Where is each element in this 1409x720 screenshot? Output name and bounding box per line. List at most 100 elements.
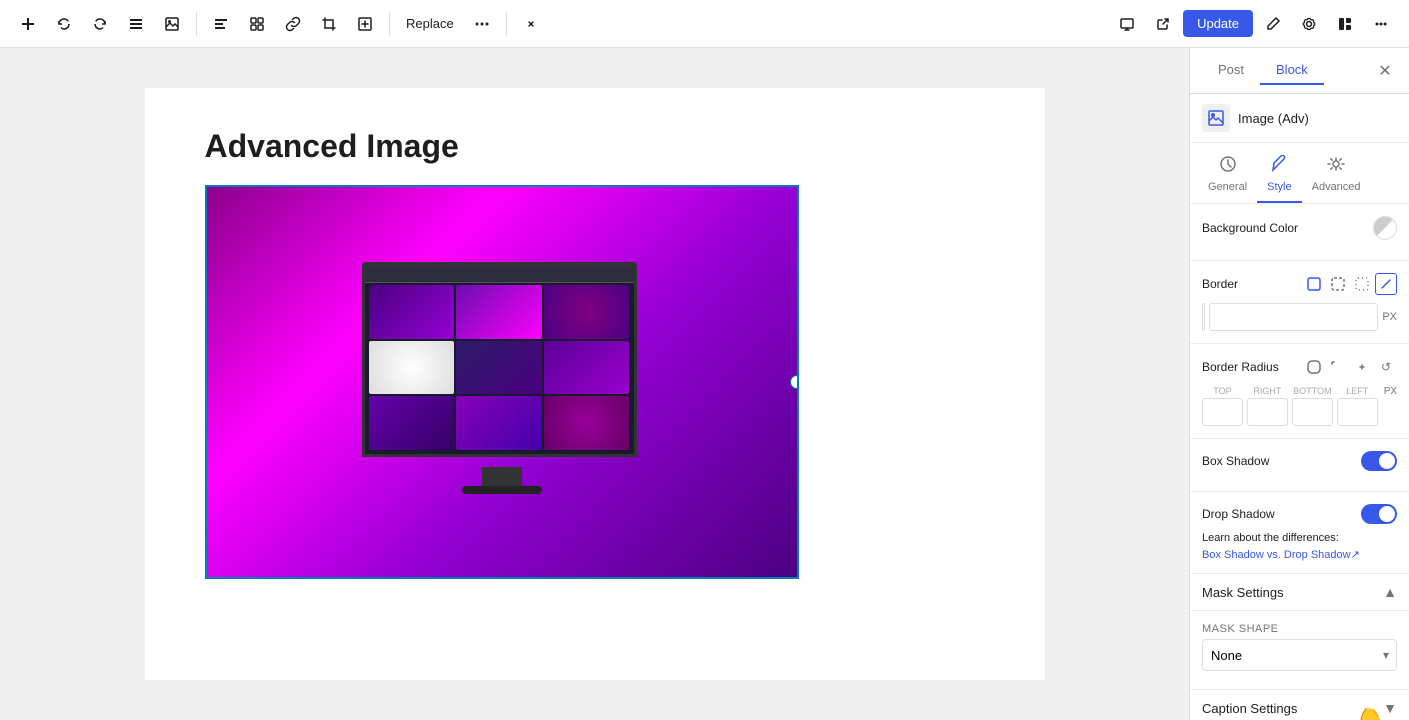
radius-top-input[interactable]: [1202, 398, 1243, 426]
mask-shape-label: MASK SHAPE: [1202, 623, 1397, 635]
border-input-row: PX: [1202, 303, 1397, 331]
border-section: Border: [1190, 261, 1409, 344]
grid-cell-2: [456, 285, 542, 339]
sub-tab-general-label: General: [1208, 181, 1247, 193]
settings-icon[interactable]: [1293, 8, 1325, 40]
advanced-icon: [1327, 155, 1345, 178]
caption-settings-chevron: ▼: [1383, 700, 1397, 716]
external-link-icon[interactable]: [1147, 8, 1179, 40]
editor-area: Advanced Image: [0, 48, 1189, 720]
toolbar-right-icons: Update: [1111, 8, 1397, 40]
block-icon: [1202, 104, 1230, 132]
mask-settings-body: MASK SHAPE None Circle Triangle Diamond …: [1190, 611, 1409, 690]
layout-icon[interactable]: [1329, 8, 1361, 40]
border-radius-label: Border Radius: [1202, 360, 1279, 374]
block-button[interactable]: [241, 8, 273, 40]
collapse-button[interactable]: [515, 8, 547, 40]
border-label: Border: [1202, 277, 1238, 291]
border-radius-type-icons: ↺: [1303, 356, 1397, 378]
sub-tab-general[interactable]: General: [1198, 147, 1257, 203]
block-info: Image (Adv): [1190, 94, 1409, 143]
general-icon: [1219, 155, 1237, 178]
border-icon-none[interactable]: [1375, 273, 1397, 295]
main-layout: Advanced Image: [0, 48, 1409, 720]
radius-right-input[interactable]: [1247, 398, 1288, 426]
radius-left-input[interactable]: [1337, 398, 1378, 426]
special-button[interactable]: [349, 8, 381, 40]
undo-button[interactable]: [48, 8, 80, 40]
image-button[interactable]: [156, 8, 188, 40]
drop-shadow-row: Drop Shadow: [1202, 504, 1397, 524]
sub-tab-advanced-label: Advanced: [1312, 181, 1361, 193]
box-shadow-row: Box Shadow: [1202, 451, 1397, 471]
mask-shape-select[interactable]: None Circle Triangle Diamond Hexagon: [1202, 639, 1397, 671]
replace-button[interactable]: Replace: [398, 8, 462, 40]
border-radius-reset[interactable]: ↺: [1375, 356, 1397, 378]
drop-shadow-section: Drop Shadow Learn about the differences:…: [1190, 492, 1409, 574]
post-block-tabs: Post Block: [1202, 56, 1373, 85]
overflow-icon[interactable]: [1365, 8, 1397, 40]
radius-bottom-input[interactable]: [1292, 398, 1333, 426]
monitor-screen: [362, 262, 637, 457]
grid-cell-6: [544, 341, 630, 395]
redo-button[interactable]: [84, 8, 116, 40]
grid-cell-4: [369, 341, 455, 395]
toolbar-divider-3: [506, 12, 507, 36]
caption-settings-header[interactable]: Caption Settings ▼: [1190, 690, 1409, 720]
tab-block[interactable]: Block: [1260, 56, 1324, 85]
update-button[interactable]: Update: [1183, 10, 1253, 37]
sub-tab-advanced[interactable]: Advanced: [1302, 147, 1371, 203]
sub-tab-style[interactable]: Style: [1257, 147, 1301, 203]
style-icon: [1270, 155, 1288, 178]
border-value-input[interactable]: [1209, 303, 1378, 331]
border-radius-all[interactable]: [1303, 356, 1325, 378]
border-radius-link[interactable]: [1351, 356, 1373, 378]
box-shadow-section: Box Shadow: [1190, 439, 1409, 492]
border-type-icons: [1303, 273, 1397, 295]
background-color-swatch[interactable]: [1373, 216, 1397, 240]
mask-settings-header[interactable]: Mask Settings ▲: [1190, 574, 1409, 611]
drop-shadow-toggle[interactable]: [1361, 504, 1397, 524]
link-button[interactable]: [277, 8, 309, 40]
border-radius-row-header: Border Radius ↺: [1202, 356, 1397, 378]
grid-cell-3: [544, 285, 630, 339]
radius-unit-label: PX: [1384, 386, 1397, 426]
tab-post[interactable]: Post: [1202, 56, 1260, 85]
grid-cell-5: [456, 341, 542, 395]
align-button[interactable]: [205, 8, 237, 40]
editor-content: Advanced Image: [145, 88, 1045, 680]
mask-settings-chevron: ▲: [1383, 584, 1397, 600]
radius-top-label: TOP: [1213, 386, 1231, 396]
image-block-wrapper[interactable]: [205, 185, 799, 579]
sidebar-close-button[interactable]: ✕: [1373, 59, 1397, 83]
mask-shape-select-wrapper: None Circle Triangle Diamond Hexagon: [1202, 639, 1397, 671]
border-row-header: Border: [1202, 273, 1397, 295]
edit-icon[interactable]: [1257, 8, 1289, 40]
border-radius-section: Border Radius ↺ TOP: [1190, 344, 1409, 439]
image-block[interactable]: [207, 187, 797, 577]
block-name-label: Image (Adv): [1238, 111, 1309, 126]
monitor-graphic: [347, 262, 657, 502]
add-block-button[interactable]: [12, 8, 44, 40]
border-icon-dotted[interactable]: [1351, 273, 1373, 295]
resize-handle[interactable]: [790, 375, 797, 389]
preview-icon[interactable]: [1111, 8, 1143, 40]
sub-tabs: General Style Advanced: [1190, 143, 1409, 204]
radius-right-group: RIGHT: [1247, 386, 1288, 426]
shadow-link[interactable]: Box Shadow vs. Drop Shadow↗: [1202, 549, 1360, 561]
border-color-box[interactable]: [1202, 303, 1205, 331]
border-icon-solid[interactable]: [1303, 273, 1325, 295]
border-icon-dashed[interactable]: [1327, 273, 1349, 295]
monitor-stand: [482, 467, 522, 487]
border-radius-individual[interactable]: [1327, 356, 1349, 378]
crop-button[interactable]: [313, 8, 345, 40]
background-color-label: Background Color: [1202, 221, 1298, 235]
toolbar-divider-2: [389, 12, 390, 36]
monitor-base: [462, 486, 542, 494]
box-shadow-toggle[interactable]: [1361, 451, 1397, 471]
more-options-button[interactable]: [466, 8, 498, 40]
grid-cell-1: [369, 285, 455, 339]
grid-cell-7: [369, 396, 455, 450]
list-view-button[interactable]: [120, 8, 152, 40]
radius-bottom-group: BOTTOM: [1292, 386, 1333, 426]
